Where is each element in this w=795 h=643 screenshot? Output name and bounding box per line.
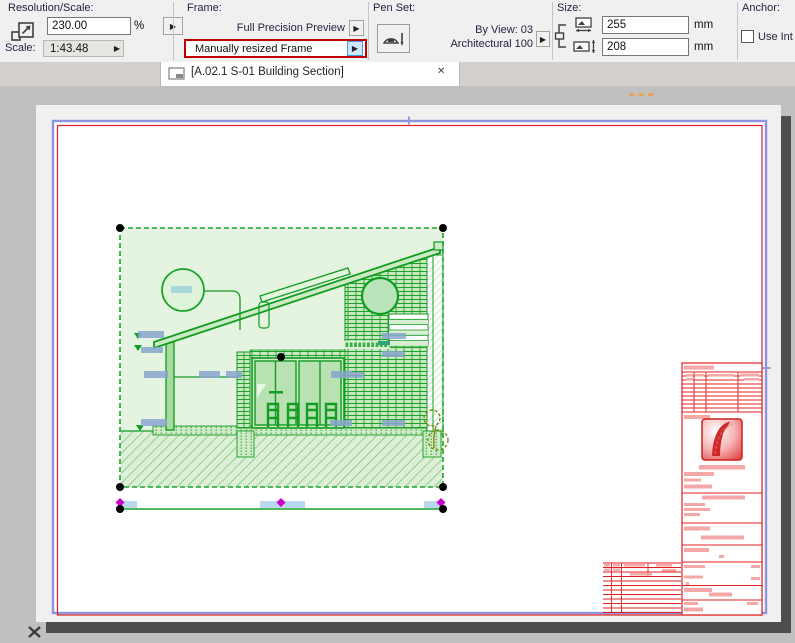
frame-resize-option-label: Manually resized Frame [186, 43, 347, 55]
link-dimensions-icon[interactable] [554, 21, 570, 56]
width-unit: mm [694, 19, 713, 31]
tab-building-section[interactable]: [A.02.1 S-01 Building Section] ✕ [160, 62, 460, 86]
tab-title: [A.02.1 S-01 Building Section] [191, 66, 344, 78]
pen-set-value[interactable]: By View: 03 Architectural 100 [415, 23, 533, 51]
toolbar-divider [737, 2, 738, 60]
foundation-pier [423, 431, 441, 457]
scale-value: 1:43.48 [50, 43, 88, 55]
tab-close-icon[interactable]: ✕ [437, 66, 445, 77]
width-value: 255 [607, 19, 626, 31]
layout-canvas[interactable] [0, 86, 795, 643]
width-input[interactable]: 255 [602, 16, 689, 34]
frame-resize-option-highlighted[interactable]: Manually resized Frame ▶ [184, 39, 367, 58]
pen-set-button[interactable] [377, 24, 410, 53]
sectioned-post [237, 352, 250, 428]
size-label: Size: [557, 2, 581, 14]
tree-label-highlight [171, 286, 192, 293]
anchor-label: Anchor: [742, 2, 780, 14]
height-input[interactable]: 208 [602, 38, 689, 56]
right-wall [427, 255, 443, 431]
scale-field[interactable]: 1:43.48 ▶ [43, 40, 124, 57]
resolution-value: 230.00 [52, 20, 87, 32]
louver-stack [389, 314, 428, 346]
layout-drawing-icon [168, 67, 186, 86]
pen-set-options-button[interactable]: ▶ [536, 31, 550, 47]
title-block[interactable] [682, 363, 762, 615]
frame-preview-option[interactable]: Full Precision Preview [180, 21, 345, 35]
arrow-right-icon: ▶ [114, 44, 120, 53]
height-unit: mm [694, 41, 713, 53]
arrow-right-icon: ▶ [352, 44, 358, 53]
toolbar-divider [368, 2, 369, 60]
round-window [362, 278, 398, 314]
pen-set-label: Pen Set: [373, 2, 415, 14]
archicad-logo [702, 419, 742, 460]
scale-label: Scale: [5, 42, 36, 54]
toolbar-divider [552, 2, 553, 60]
gutter [434, 242, 443, 250]
drawing-width-icon [572, 17, 598, 38]
origin-marker [29, 627, 40, 637]
anchor-mark [378, 341, 390, 345]
tab-bar: [A.02.1 S-01 Building Section] ✕ [0, 62, 795, 86]
lintel-beam [250, 350, 345, 358]
left-wall [166, 342, 174, 430]
pen-set-value-line1: By View: 03 [415, 23, 533, 37]
percent-label: % [134, 20, 144, 32]
use-internal-origin-checkbox[interactable] [741, 30, 754, 43]
ground-hatch [121, 431, 442, 487]
toolbar-divider [173, 2, 174, 60]
foundation-pier [237, 431, 254, 457]
height-value: 208 [607, 41, 626, 53]
arrow-right-icon: ▶ [540, 35, 546, 44]
resolution-scale-label: Resolution/Scale: [8, 2, 94, 14]
drawing-height-icon [572, 39, 598, 60]
arrow-right-icon: ▶ [353, 24, 359, 33]
frame-preview-options-button[interactable]: ▶ [349, 20, 364, 36]
frame-resize-options-button[interactable]: ▶ [347, 41, 363, 56]
drawing-settings-toolbar: Resolution/Scale: 230.00 % ▶ Scale: 1:43… [0, 0, 795, 62]
placed-drawing-building-section[interactable] [116, 224, 448, 491]
resolution-input[interactable]: 230.00 [47, 17, 131, 35]
frame-label: Frame: [187, 2, 222, 14]
application-window: Resolution/Scale: 230.00 % ▶ Scale: 1:43… [0, 0, 795, 643]
pen-set-icon [381, 30, 407, 48]
pen-set-value-line2: Architectural 100 [415, 37, 533, 51]
use-internal-origin-label: Use Int [758, 31, 793, 43]
